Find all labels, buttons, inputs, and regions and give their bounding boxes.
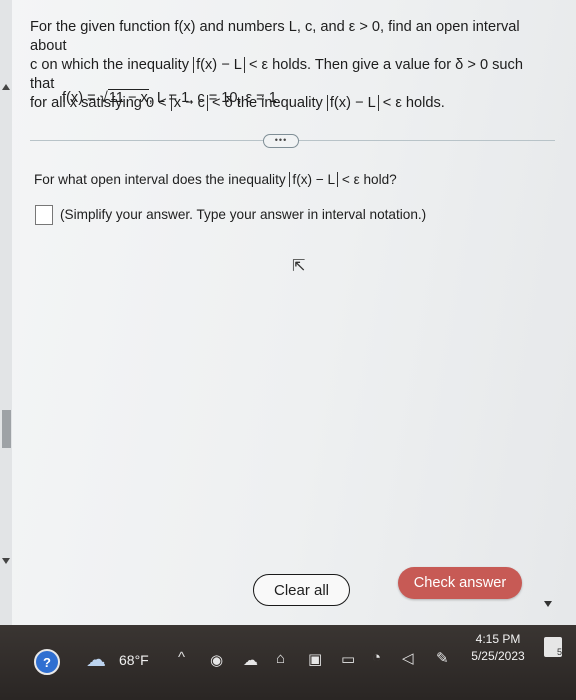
display-icon[interactable]: ▣ [308, 650, 322, 668]
taskbar: ? ☁ 68°F ^ ◉ ☁ ⌂ ▣ ▭ ◔ ◁ ✎ 4:15 PM 5/25/… [0, 625, 576, 700]
temperature-label[interactable]: 68°F [119, 652, 149, 668]
record-icon[interactable]: ◉ [210, 651, 223, 669]
left-scroll-rail[interactable] [0, 0, 12, 625]
expand-more-button[interactable]: ••• [263, 134, 299, 148]
abs-expression: f(x) − L [326, 95, 379, 111]
right-scroll-down-arrow-icon[interactable] [544, 601, 552, 607]
notification-icon[interactable]: 5 [544, 637, 562, 657]
clock-date: 5/25/2023 [471, 649, 525, 663]
system-clock[interactable]: 4:15 PM 5/25/2023 [466, 631, 530, 665]
radicand: 11 − x [107, 89, 149, 106]
cloud-icon[interactable]: ☁ [243, 651, 258, 669]
battery-icon[interactable]: ▭ [341, 650, 355, 668]
abs-expression: f(x) − L [289, 172, 339, 187]
device-icon[interactable]: ⌂ [276, 650, 285, 667]
volume-icon[interactable]: ◁ [402, 649, 414, 667]
answer-input[interactable] [35, 205, 53, 225]
question-text: For what open interval does the inequali… [34, 172, 397, 187]
clock-time: 4:15 PM [475, 632, 521, 646]
mouse-cursor-icon: ⇱ [292, 258, 306, 275]
browser-content: For the given function f(x) and numbers … [0, 0, 576, 625]
help-icon[interactable]: ? [34, 649, 60, 675]
problem-line-1: For the given function f(x) and numbers … [30, 19, 520, 54]
square-root-icon: √ [99, 90, 108, 106]
scrollbar-thumb[interactable] [2, 410, 11, 448]
weather-icon[interactable]: ☁ [86, 647, 106, 672]
clear-all-button[interactable]: Clear all [253, 574, 350, 606]
given-function: f(x) = √11 − x, L = 1, c = 10, ε = 1 [62, 89, 277, 106]
wifi-icon[interactable]: ◔ [372, 649, 381, 666]
chevron-up-icon[interactable]: ^ [178, 649, 185, 666]
abs-expression: f(x) − L [193, 57, 245, 73]
scroll-up-arrow-icon[interactable] [2, 84, 10, 90]
answer-hint: (Simplify your answer. Type your answer … [60, 207, 427, 222]
check-answer-button[interactable]: Check answer [398, 567, 522, 599]
pen-icon[interactable]: ✎ [436, 649, 449, 667]
scroll-down-arrow-icon[interactable] [2, 558, 10, 564]
